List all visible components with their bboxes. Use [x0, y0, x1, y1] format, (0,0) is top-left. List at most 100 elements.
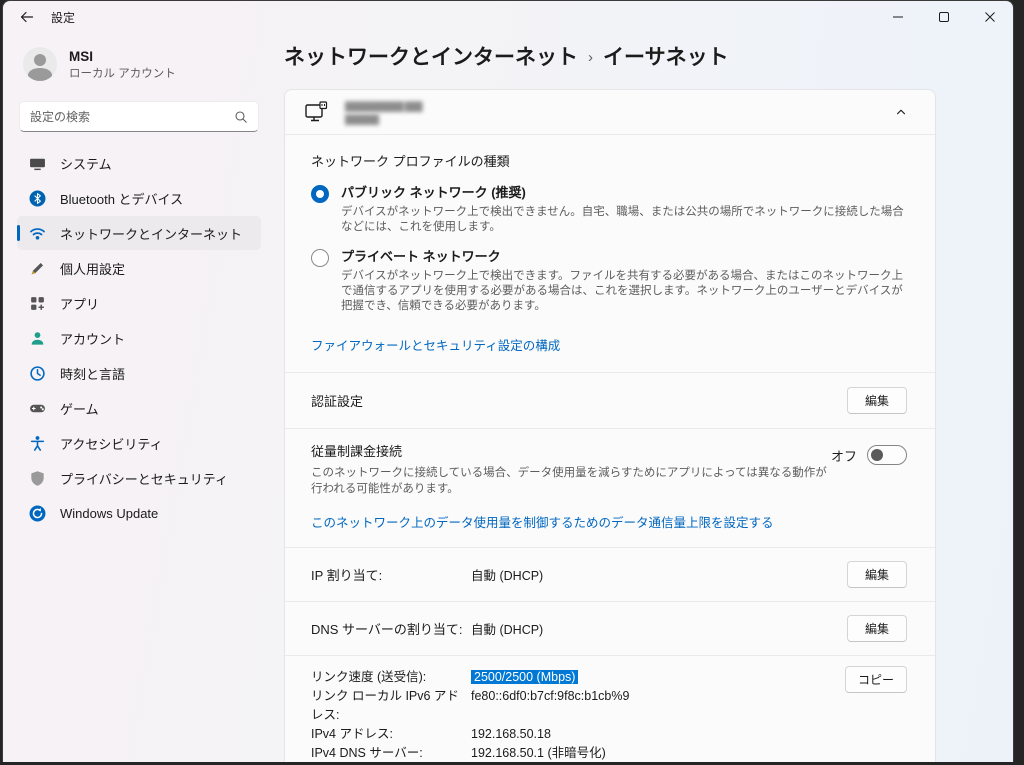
minimize-button[interactable] — [875, 1, 921, 33]
back-button[interactable] — [7, 2, 47, 32]
copy-button[interactable]: コピー — [844, 666, 907, 693]
selected-text: 2500/2500 (Mbps) — [471, 670, 579, 684]
ip-edit-button[interactable]: 編集 — [847, 561, 907, 588]
auth-settings-row: 認証設定 編集 — [285, 373, 935, 429]
detail-label: リンク ローカル IPv6 アドレス: — [311, 689, 459, 722]
app-title: 設定 — [51, 10, 76, 25]
radio-label: プライベート ネットワーク — [341, 249, 501, 264]
sidebar-item-windows-update[interactable]: Windows Update — [17, 496, 261, 530]
ethernet-expander-card: ▆▆▆▆▆▆▆ ▆▆ ▆▆▆▆ ネットワーク プロファイルの種類 パブリック ネ… — [284, 89, 936, 762]
detail-label: IPv4 DNS サーバー: — [311, 746, 423, 760]
sidebar-item-label: アプリ — [60, 296, 100, 312]
sidebar-item-network[interactable]: ネットワークとインターネット — [17, 216, 261, 250]
search-icon — [235, 110, 247, 123]
sidebar-item-label: 個人用設定 — [60, 261, 126, 277]
detail-label: リンク速度 (送受信): — [311, 670, 427, 684]
sidebar-item-apps[interactable]: アプリ — [17, 286, 261, 320]
breadcrumb-separator: › — [588, 48, 593, 66]
radio-description: デバイスがネットワーク上で検出できません。自宅、職場、または公共の場所でネットワ… — [341, 206, 904, 233]
network-profile-section: ネットワーク プロファイルの種類 パブリック ネットワーク (推奨) デバイスがネ… — [285, 135, 935, 373]
ethernet-header[interactable]: ▆▆▆▆▆▆▆ ▆▆ ▆▆▆▆ — [285, 90, 935, 135]
sidebar-item-label: アカウント — [60, 331, 126, 347]
ip-assignment-label: IP 割り当て: — [311, 568, 383, 583]
network-icon — [29, 225, 46, 242]
detail-row: IPv4 アドレス: 192.168.50.18 — [311, 725, 907, 744]
toggle-state-label: オフ — [830, 448, 857, 464]
device-info: ▆▆▆▆▆▆▆ ▆▆ ▆▆▆▆ — [345, 99, 885, 125]
bluetooth-icon — [29, 190, 46, 207]
user-name: MSI — [69, 48, 94, 64]
network-profile-title: ネットワーク プロファイルの種類 — [311, 154, 510, 169]
radio-button[interactable] — [311, 249, 329, 267]
detail-row: リンク速度 (送受信): 2500/2500 (Mbps) — [311, 668, 907, 687]
minimize-icon — [893, 16, 903, 18]
windows-update-icon — [29, 505, 46, 522]
sidebar-item-label: プライバシーとセキュリティ — [60, 471, 228, 487]
toggle-knob — [871, 449, 883, 461]
time-language-icon — [29, 365, 46, 382]
window-controls — [875, 1, 1013, 33]
detail-value: 192.168.50.18 — [471, 727, 551, 741]
auth-edit-button[interactable]: 編集 — [847, 387, 907, 414]
sidebar-item-time-language[interactable]: 時刻と言語 — [17, 356, 261, 390]
sidebar-item-label: 時刻と言語 — [60, 366, 126, 382]
auth-settings-label: 認証設定 — [311, 394, 364, 409]
maximize-icon — [939, 12, 949, 22]
metered-connection-toggle[interactable] — [867, 445, 907, 465]
sidebar-item-bluetooth[interactable]: Bluetooth とデバイス — [17, 181, 261, 215]
sidebar-item-gaming[interactable]: ゲーム — [17, 391, 261, 425]
collapse-button[interactable] — [885, 98, 917, 126]
dns-assignment-row: DNS サーバーの割り当て: 自動 (DHCP) 編集 — [285, 602, 935, 656]
close-button[interactable] — [967, 1, 1013, 33]
data-limit-link[interactable]: このネットワーク上のデータ使用量を制御するためのデータ通信量上限を設定する — [311, 512, 774, 531]
detail-value: 2500/2500 (Mbps) — [471, 668, 579, 687]
network-profile-option[interactable]: プライベート ネットワークデバイスがネットワーク上で検出できます。ファイルを共有… — [311, 248, 907, 314]
sidebar-menu: システム Bluetooth とデバイスネットワークとインターネット 個人用設定アプ… — [17, 146, 261, 530]
sidebar-item-system[interactable]: システム — [17, 146, 261, 180]
back-arrow-icon — [20, 11, 34, 23]
breadcrumb-current: イーサネット — [603, 46, 729, 69]
sidebar-item-label: Bluetooth とデバイス — [60, 191, 184, 207]
user-account[interactable]: MSI ローカル アカウント — [17, 43, 261, 85]
sidebar-item-privacy[interactable]: プライバシーとセキュリティ — [17, 461, 261, 495]
device-status-redacted: ▆▆▆▆ — [345, 111, 379, 125]
sidebar-item-accounts[interactable]: アカウント — [17, 321, 261, 355]
radio-description: デバイスがネットワーク上で検出できます。ファイルを共有する必要がある場合、または… — [341, 270, 903, 312]
avatar — [23, 47, 57, 81]
user-account-type: ローカル アカウント — [69, 67, 176, 80]
sidebar-item-accessibility[interactable]: アクセシビリティ — [17, 426, 261, 460]
sidebar-item-label: アクセシビリティ — [60, 436, 163, 452]
detail-value: 192.168.50.1 (非暗号化) — [471, 746, 606, 760]
connection-details-list: リンク速度 (送受信): 2500/2500 (Mbps) リンク ローカル IPv… — [311, 668, 907, 762]
settings-search[interactable] — [19, 101, 259, 132]
device-name-redacted: ▆▆▆▆▆▆▆ ▆▆ — [345, 98, 422, 112]
system-icon — [29, 155, 46, 172]
sidebar-item-personalization[interactable]: 個人用設定 — [17, 251, 261, 285]
radio-button[interactable] — [311, 185, 329, 203]
detail-value: fe80::6df0:b7cf:9f8c:b1cb%9 — [471, 689, 630, 703]
apps-icon — [29, 295, 46, 312]
dns-assignment-label: DNS サーバーの割り当て: — [311, 622, 463, 637]
sidebar-item-label: ゲーム — [60, 401, 99, 417]
privacy-icon — [29, 470, 46, 487]
gaming-icon — [29, 400, 46, 417]
accounts-icon — [29, 330, 46, 347]
selected-accent-bar — [17, 225, 20, 241]
close-icon — [985, 12, 995, 22]
metered-connection-section: 従量制課金接続 このネットワークに接続している場合、データ使用量を減らすためにア… — [285, 429, 935, 548]
sidebar-item-label: Windows Update — [60, 505, 159, 521]
ip-assignment-row: IP 割り当て: 自動 (DHCP) 編集 — [285, 548, 935, 602]
connection-details-section: リンク速度 (送受信): 2500/2500 (Mbps) リンク ローカル IPv… — [285, 656, 935, 762]
network-profile-option[interactable]: パブリック ネットワーク (推奨) デバイスがネットワーク上で検出できません。自宅… — [311, 184, 907, 235]
sidebar-item-label: ネットワークとインターネット — [60, 226, 243, 242]
ip-assignment-value: 自動 (DHCP) — [471, 569, 544, 583]
detail-row: IPv4 DNS サーバー: 192.168.50.1 (非暗号化) — [311, 744, 907, 762]
metered-connection-desc: このネットワークに接続している場合、データ使用量を減らすためにアプリによっては異… — [311, 467, 827, 495]
maximize-button[interactable] — [921, 1, 967, 33]
dns-edit-button[interactable]: 編集 — [847, 615, 907, 642]
breadcrumb-parent[interactable]: ネットワークとインターネット — [284, 41, 578, 71]
firewall-settings-link[interactable]: ファイアウォールとセキュリティ設定の構成 — [311, 335, 560, 354]
titlebar: 設定 — [3, 1, 1013, 33]
settings-window: 設定 MSI ローカル アカウント システムBluetooth とデバイスネット… — [2, 0, 1014, 762]
search-input[interactable] — [30, 109, 234, 124]
